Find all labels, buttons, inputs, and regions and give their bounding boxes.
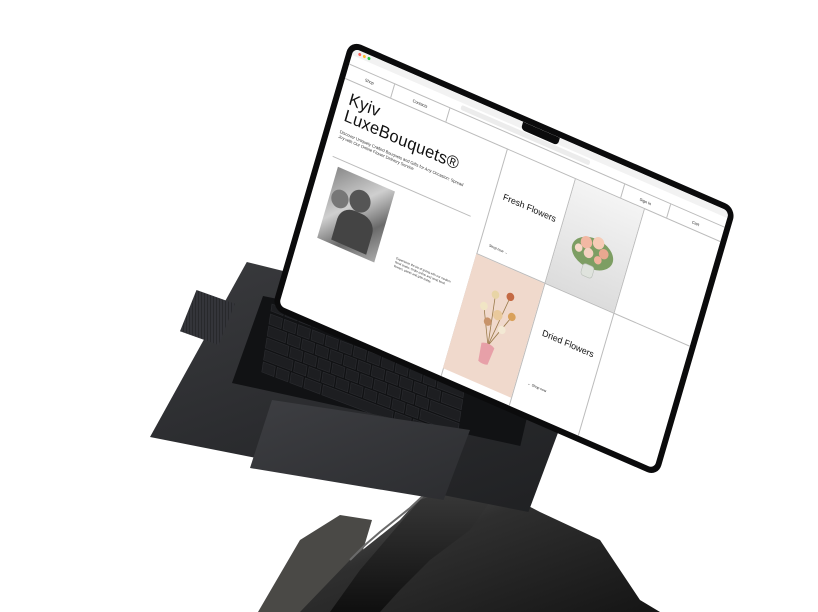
traffic-light-icon[interactable] xyxy=(357,52,371,61)
tile-dried-title[interactable]: Dried Flowers xyxy=(541,328,595,360)
photo-figure xyxy=(331,204,377,255)
tile-dried-link[interactable]: ← Shop now xyxy=(527,381,547,393)
tile-fresh-title[interactable]: Fresh Flowers xyxy=(502,192,557,224)
scene: Shop Contacts Sign In Cart Kyiv LuxeBouq… xyxy=(0,0,818,612)
florist-photo xyxy=(317,166,395,263)
tile-fresh-link[interactable]: Shop now → xyxy=(489,244,509,256)
photo-figure xyxy=(329,186,351,212)
intro-blurb: Experience the joy of giving with our mo… xyxy=(393,256,452,286)
